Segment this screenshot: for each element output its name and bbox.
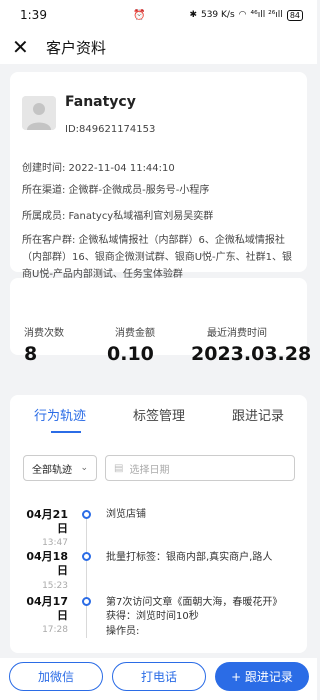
consume-amount-value: 0.10 bbox=[107, 343, 154, 365]
date-picker[interactable]: ▤ 选择日期 bbox=[105, 455, 295, 481]
customer-name: Fanatycy bbox=[65, 94, 136, 110]
timeline-time: 13:47 bbox=[42, 538, 68, 548]
bottom-action-bar: 加微信 打电话 + 跟进记录 bbox=[0, 658, 317, 700]
recent-consume-label: 最近消费时间 bbox=[207, 328, 267, 339]
member-info: 所属成员: Fanatycy私域福利官刘易吴奕群 bbox=[22, 211, 214, 222]
tab-followup[interactable]: 跟进记录 bbox=[232, 405, 284, 424]
battery-icon: 84 bbox=[286, 9, 303, 21]
timeline-text: 批量打标签：银商内部,真实商户,路人 bbox=[106, 552, 273, 563]
tab-tags[interactable]: 标签管理 bbox=[133, 405, 185, 424]
user-silhouette-icon bbox=[22, 96, 56, 130]
add-wechat-button[interactable]: 加微信 bbox=[9, 662, 103, 691]
consume-amount-label: 消费金额 bbox=[115, 328, 155, 339]
track-filter-value: 全部轨迹 bbox=[32, 464, 72, 476]
timeline-dot bbox=[82, 510, 91, 519]
consume-count-label: 消费次数 bbox=[24, 328, 64, 339]
page-title: 客户资料 bbox=[46, 38, 107, 57]
chevron-down-icon: ⌄ bbox=[80, 463, 88, 473]
profile-card: Fanatycy ID:849621174153 创建时间: 2022-11-0… bbox=[10, 72, 307, 280]
status-icons: ✱ 539 K/s ◠ ⁴⁶ıll ²⁶ıll 84 bbox=[189, 9, 303, 21]
customer-id: ID:849621174153 bbox=[65, 124, 156, 135]
consume-count-value: 8 bbox=[24, 343, 38, 365]
track-filter-select[interactable]: 全部轨迹 ⌄ bbox=[23, 455, 97, 481]
bluetooth-icon: ✱ bbox=[189, 10, 197, 20]
groups-info: 所在客户群: 企微私域情报社（内部群）6、企微私域情报社（内部群）16、银商企微… bbox=[22, 235, 293, 280]
avatar bbox=[22, 96, 56, 130]
timeline-dot bbox=[82, 597, 91, 606]
timeline-text: 浏览店铺 bbox=[106, 509, 146, 520]
date-placeholder: 选择日期 bbox=[129, 464, 170, 476]
nav-bar: ✕ 客户资料 bbox=[0, 30, 317, 64]
timeline-time: 17:28 bbox=[42, 625, 68, 635]
timeline-date: 04月17日 bbox=[26, 595, 68, 622]
status-time: 1:39 bbox=[20, 8, 47, 22]
timeline-date: 04月18日 bbox=[26, 550, 68, 577]
recent-consume-value: 2023.03.28 bbox=[191, 343, 312, 365]
timeline-line bbox=[86, 518, 87, 638]
tab-behavior[interactable]: 行为轨迹 bbox=[34, 405, 86, 424]
timeline-text: 第7次访问文章《面朝大海，春暖花开》获得：浏览时间10秒 bbox=[106, 597, 283, 622]
timeline-time: 15:23 bbox=[42, 581, 68, 591]
signal-icon: ⁴⁶ıll ²⁶ıll bbox=[250, 10, 283, 20]
active-tab-indicator bbox=[51, 431, 81, 433]
timeline-operator: 操作员: bbox=[106, 626, 140, 637]
wifi-icon: ◠ bbox=[238, 10, 247, 20]
status-bar: 1:39 ⏰ ✱ 539 K/s ◠ ⁴⁶ıll ²⁶ıll 84 bbox=[0, 0, 317, 30]
net-speed: 539 K/s bbox=[200, 10, 235, 20]
calendar-icon: ▤ bbox=[114, 462, 124, 474]
timeline-date: 04月21日 bbox=[26, 508, 68, 535]
call-button[interactable]: 打电话 bbox=[112, 662, 206, 691]
channel-info: 所在渠道: 企微群-企微成员-服务号-小程序 bbox=[22, 185, 210, 196]
close-icon[interactable]: ✕ bbox=[12, 37, 34, 57]
timeline-dot bbox=[82, 552, 91, 561]
created-time: 创建时间: 2022-11-04 11:44:10 bbox=[22, 163, 175, 174]
alarm-icon: ⏰ bbox=[132, 9, 146, 21]
follow-up-button[interactable]: + 跟进记录 bbox=[215, 662, 309, 691]
